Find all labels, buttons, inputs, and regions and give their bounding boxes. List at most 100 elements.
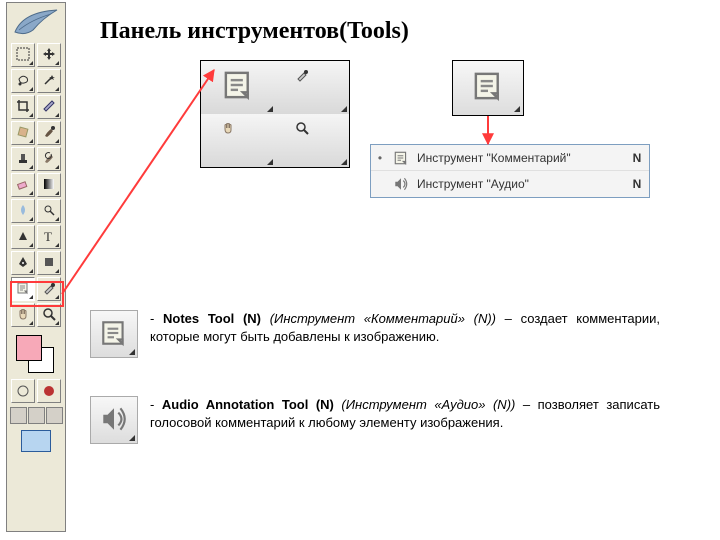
heading-paren-open: ( [339, 18, 347, 44]
path-select-tool[interactable] [11, 225, 35, 249]
lasso-tool[interactable] [11, 69, 35, 93]
audio-desc-icon [90, 396, 138, 444]
fly-label: Инструмент "Аудио" [413, 177, 625, 191]
fg-swatch[interactable] [16, 335, 42, 361]
flyout-triangle-icon [129, 349, 135, 355]
move-tool[interactable] [37, 43, 61, 67]
eyedrop-icon [295, 68, 329, 107]
screen-mode-2[interactable] [28, 407, 45, 424]
fly-shortcut: N [625, 151, 649, 165]
notes-desc-icon [90, 310, 138, 358]
flyout-triangle-icon [55, 269, 59, 273]
fly-shortcut: N [625, 177, 649, 191]
slice-tool[interactable] [37, 95, 61, 119]
notes-tool[interactable] [11, 277, 35, 301]
stamp-icon [16, 151, 30, 168]
crop-icon [16, 99, 30, 116]
note-icon [221, 68, 255, 107]
audio-icon [99, 404, 129, 437]
zoom-tool[interactable] [37, 303, 61, 327]
screen-mode-3[interactable] [46, 407, 63, 424]
callout-notes-enlarged [452, 60, 524, 116]
jump-to-imageready-icon[interactable] [21, 430, 51, 452]
mask-mode-icons [11, 379, 61, 403]
shape-tool[interactable] [37, 251, 61, 275]
blur-icon [16, 203, 30, 220]
quickmask-mode-icon[interactable] [37, 379, 61, 403]
audio-desc-text: - Audio Annotation Tool (N) (Инструмент … [150, 396, 660, 431]
gradient-tool[interactable] [37, 173, 61, 197]
clone-stamp-tool[interactable] [11, 147, 35, 171]
brush-icon [42, 125, 56, 142]
flyout-triangle-icon [29, 61, 33, 65]
marquee-rect-tool[interactable] [11, 43, 35, 67]
lead: - [150, 311, 163, 326]
healing-brush-tool[interactable] [11, 121, 35, 145]
fly-notes[interactable]: • Инструмент "Комментарий"N [371, 145, 649, 171]
standard-mode-icon[interactable] [11, 379, 35, 403]
italic: (Инструмент «Аудио» (N)) [334, 397, 515, 412]
flyout-triangle-icon [29, 139, 33, 143]
audio-icon [389, 176, 413, 192]
flyout-triangle-icon [341, 159, 347, 165]
flyout-triangle-icon [55, 113, 59, 117]
page-heading: Панель инструментов(Tools) [100, 18, 409, 45]
flyout-triangle-icon [55, 191, 59, 195]
hand-icon [16, 307, 30, 324]
flyout-triangle-icon [29, 269, 33, 273]
bold: Audio Annotation Tool (N) [162, 397, 334, 412]
notes-flyout-menu[interactable]: •Инструмент "Комментарий"NИнструмент "Ау… [370, 144, 650, 198]
zoom-icon [42, 307, 56, 324]
eraser-tool[interactable] [11, 173, 35, 197]
dodge-tool[interactable] [37, 199, 61, 223]
flyout-triangle-icon [55, 139, 59, 143]
pen-tool[interactable] [11, 251, 35, 275]
screen-mode-1[interactable] [10, 407, 27, 424]
zoom-icon [295, 121, 329, 160]
history-icon [42, 151, 56, 168]
flyout-triangle-icon [267, 106, 273, 112]
type-icon: T [42, 229, 56, 246]
fly-audio[interactable]: Инструмент "Аудио"N [371, 171, 649, 197]
audio-description: - Audio Annotation Tool (N) (Инструмент … [90, 396, 660, 444]
heading-text-2: Tools [347, 18, 401, 44]
eyedrop-icon [42, 281, 56, 298]
crop-tool[interactable] [11, 95, 35, 119]
gradient-icon [42, 177, 56, 194]
type-tool[interactable]: T [37, 225, 61, 249]
callout-tool-group [200, 60, 350, 168]
hand-tool[interactable] [11, 303, 35, 327]
eraser-icon [16, 177, 30, 194]
brush-tool[interactable] [37, 121, 61, 145]
shape-icon [42, 255, 56, 272]
flyout-triangle-icon [55, 61, 59, 65]
note-icon [99, 318, 129, 351]
flyout-triangle-icon [341, 106, 347, 112]
flyout-triangle-icon [55, 165, 59, 169]
zoom-big [275, 114, 349, 167]
history-brush-tool[interactable] [37, 147, 61, 171]
selection-icon [16, 47, 30, 64]
flyout-triangle-icon [55, 321, 59, 325]
eyedropper-tool[interactable] [37, 277, 61, 301]
hand-big [201, 114, 275, 167]
flyout-triangle-icon [29, 295, 33, 299]
note-icon [389, 150, 413, 166]
dodge-icon [42, 203, 56, 220]
flyout-triangle-icon [29, 191, 33, 195]
notes-description: - Notes Tool (N) (Инструмент «Комментари… [90, 310, 660, 358]
svg-text:T: T [44, 229, 52, 243]
screen-modes[interactable] [10, 407, 63, 424]
fly-label: Инструмент "Комментарий" [413, 151, 625, 165]
heading-text-1: Панель инструментов [100, 18, 339, 44]
flyout-triangle-icon [29, 165, 33, 169]
flyout-triangle-icon [29, 217, 33, 221]
bold: Notes Tool (N) [163, 311, 261, 326]
pen-icon [16, 255, 30, 272]
lasso-icon [16, 73, 30, 90]
flyout-triangle-icon [514, 106, 520, 112]
color-swatches[interactable] [14, 333, 58, 373]
active-dot: • [371, 151, 389, 165]
magic-wand-tool[interactable] [37, 69, 61, 93]
blur-tool[interactable] [11, 199, 35, 223]
